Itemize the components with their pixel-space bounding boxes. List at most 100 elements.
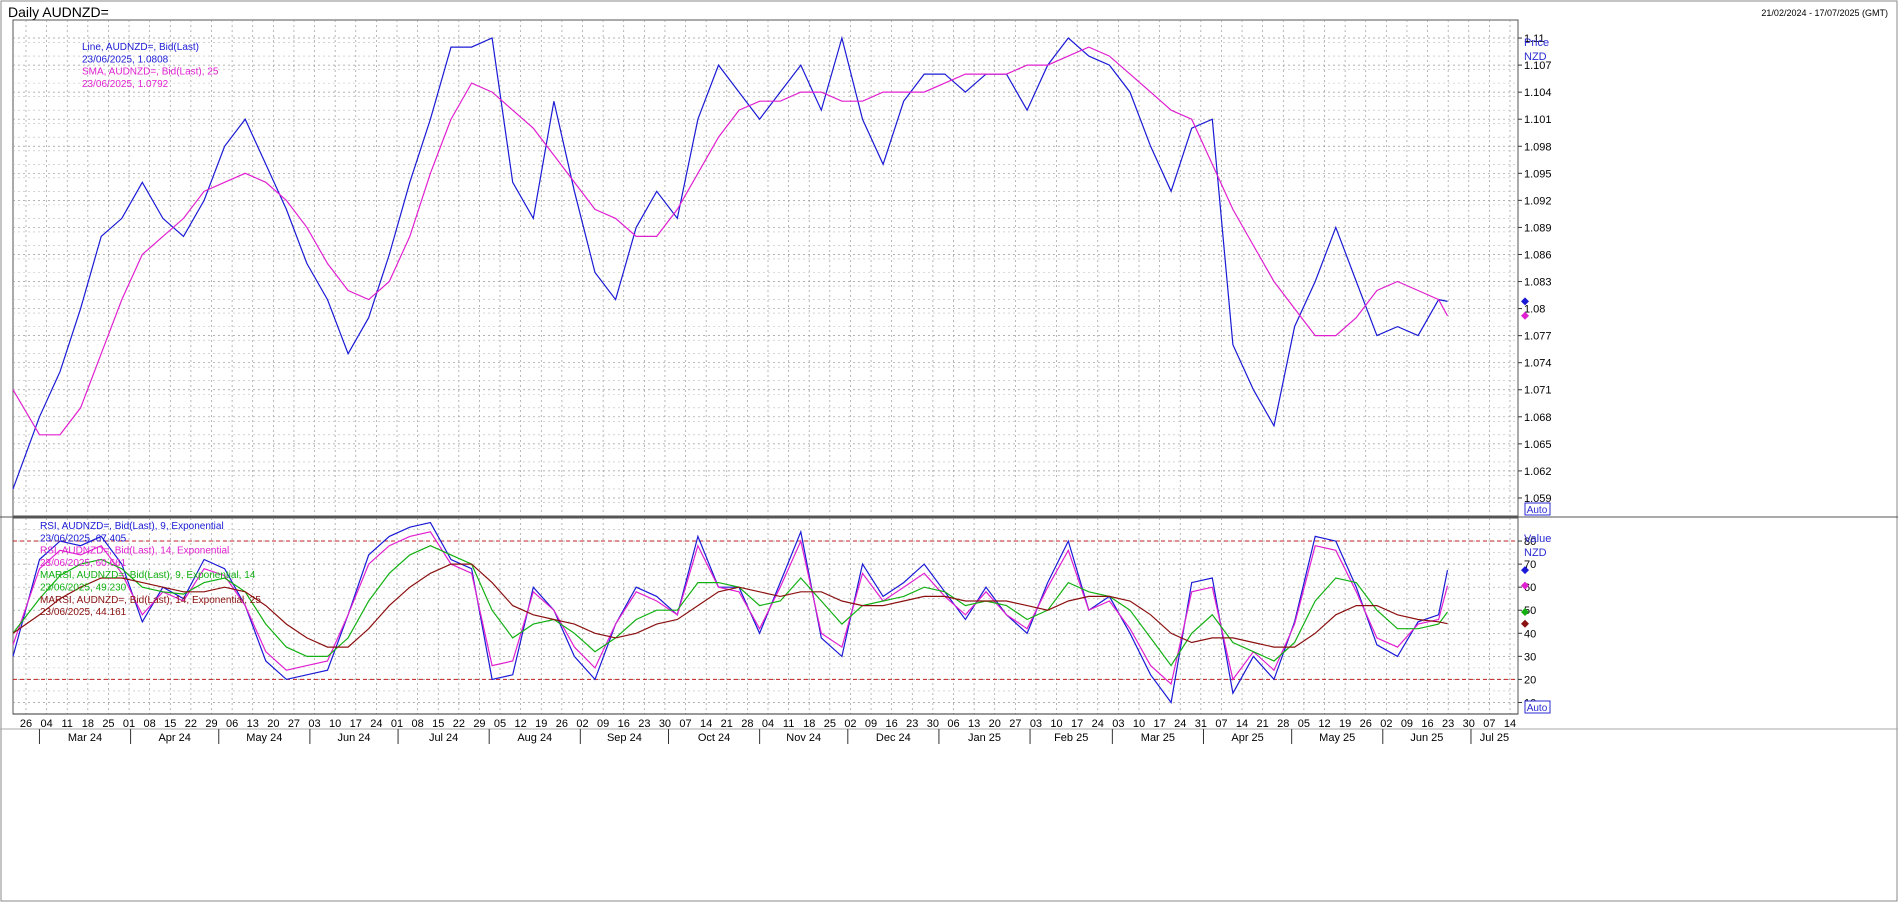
y-tick-label: 1.074 — [1524, 358, 1552, 370]
month-label: May 25 — [1319, 732, 1355, 744]
x-tick-label: 26 — [556, 718, 568, 730]
y-tick-label: 1.077 — [1524, 331, 1552, 343]
x-tick-label: 21 — [1257, 718, 1269, 730]
price-plot-frame — [12, 19, 1519, 517]
month-label: Aug 24 — [517, 732, 552, 744]
y-tick-label: 1.098 — [1524, 141, 1552, 153]
x-tick-label: 24 — [1092, 718, 1104, 730]
x-tick-label: 23 — [906, 718, 918, 730]
rsi-last-value-marker — [1521, 619, 1529, 628]
y-tick-label: 30 — [1524, 651, 1536, 663]
x-tick-label: 23 — [1442, 718, 1454, 730]
month-label: Feb 25 — [1054, 732, 1088, 744]
y-tick-label: 1.089 — [1524, 222, 1552, 234]
y-tick-label: 1.095 — [1524, 168, 1552, 180]
x-tick-label: 29 — [205, 718, 217, 730]
x-tick-label: 17 — [350, 718, 362, 730]
x-tick-label: 13 — [968, 718, 980, 730]
month-label: Jun 24 — [337, 732, 370, 744]
x-tick-label: 18 — [803, 718, 815, 730]
rsi-legend-text: RSI, AUDNZD=, Bid(Last), 14, Exponential — [40, 546, 229, 557]
price-legend-text: 23/06/2025, 1.0792 — [82, 79, 169, 90]
x-tick-label: 25 — [824, 718, 836, 730]
price-legend-text: 23/06/2025, 1.0808 — [82, 54, 169, 65]
month-label: Apr 25 — [1231, 732, 1263, 744]
price-series-line-1 — [12, 46, 1449, 436]
x-tick-label: 15 — [432, 718, 444, 730]
month-label: Oct 24 — [698, 732, 730, 744]
x-tick-label: 02 — [844, 718, 856, 730]
rsi-axis-title: Value — [1524, 533, 1551, 545]
x-tick-label: 04 — [40, 718, 52, 730]
x-tick-label: 10 — [1050, 718, 1062, 730]
x-tick-label: 28 — [1277, 718, 1289, 730]
y-tick-label: 1.104 — [1524, 87, 1552, 99]
y-tick-label: 1.062 — [1524, 466, 1552, 478]
chart-canvas[interactable]: 26 04 11 18 25 01 08 15 22 29 06 13 20 27 03 10 17 24 01 08… — [0, 0, 1898, 902]
x-tick-label: 09 — [597, 718, 609, 730]
y-tick-label: 1.101 — [1524, 114, 1552, 126]
x-tick-label: 14 — [700, 718, 712, 730]
x-tick-label: 16 — [618, 718, 630, 730]
x-tick-label: 05 — [1298, 718, 1310, 730]
month-label: Sep 24 — [607, 732, 642, 744]
x-tick-label: 16 — [1421, 718, 1433, 730]
price-legend-text: SMA, AUDNZD=, Bid(Last), 25 — [82, 67, 219, 78]
x-tick-label: 07 — [679, 718, 691, 730]
x-tick-label: 12 — [515, 718, 527, 730]
month-label: Mar 24 — [68, 732, 102, 744]
y-tick-label: 1.071 — [1524, 385, 1552, 397]
rsi-legend-text: 23/06/2025, 49.230 — [40, 583, 127, 594]
x-tick-label: 17 — [1153, 718, 1165, 730]
x-tick-label: 13 — [247, 718, 259, 730]
x-tick-label: 09 — [1401, 718, 1413, 730]
x-tick-label: 06 — [226, 718, 238, 730]
x-tick-label: 26 — [20, 718, 32, 730]
x-tick-label: 01 — [391, 718, 403, 730]
x-tick-label: 20 — [267, 718, 279, 730]
x-tick-label: 10 — [329, 718, 341, 730]
x-tick-label: 27 — [1009, 718, 1021, 730]
rsi-legend-text: RSI, AUDNZD=, Bid(Last), 9, Exponential — [40, 521, 224, 532]
price-axis-unit: NZD — [1524, 51, 1547, 63]
window-frame — [0, 0, 1898, 902]
x-tick-label: 08 — [411, 718, 423, 730]
auto-button-price-label: Auto — [1527, 505, 1548, 516]
y-tick-label: 1.068 — [1524, 412, 1552, 424]
x-tick-label: 22 — [185, 718, 197, 730]
rsi-legend-text: 23/06/2025, 67.405 — [40, 533, 127, 544]
price-axis-title: Price — [1524, 37, 1549, 49]
x-tick-label: 03 — [1030, 718, 1042, 730]
x-tick-label: 29 — [473, 718, 485, 730]
x-tick-label: 06 — [947, 718, 959, 730]
month-label: Dec 24 — [876, 732, 911, 744]
y-tick-label: 1.086 — [1524, 249, 1552, 261]
auto-button-rsi-label: Auto — [1527, 703, 1548, 714]
y-tick-label: 1.08 — [1524, 304, 1545, 316]
x-tick-label: 09 — [865, 718, 877, 730]
x-tick-label: 26 — [1360, 718, 1372, 730]
x-tick-label: 16 — [886, 718, 898, 730]
x-tick-label: 01 — [123, 718, 135, 730]
x-tick-label: 07 — [1215, 718, 1227, 730]
x-tick-label: 18 — [82, 718, 94, 730]
x-tick-label: 04 — [762, 718, 774, 730]
x-tick-label: 10 — [1133, 718, 1145, 730]
y-tick-label: 1.083 — [1524, 277, 1552, 289]
x-tick-label: 14 — [1236, 718, 1248, 730]
x-tick-label: 02 — [1380, 718, 1392, 730]
x-tick-label: 22 — [453, 718, 465, 730]
y-tick-label: 1.065 — [1524, 439, 1552, 451]
month-label: Jul 25 — [1480, 732, 1509, 744]
x-tick-label: 30 — [1463, 718, 1475, 730]
x-tick-label: 05 — [494, 718, 506, 730]
x-tick-label: 03 — [308, 718, 320, 730]
rsi-legend-text: 23/06/2025, 60.661 — [40, 558, 127, 569]
rsi-legend-text: MARSI, AUDNZD=, Bid(Last), 14, Exponenti… — [40, 595, 261, 606]
chart-window: { "window": { "title": "Daily AUDNZD=", … — [0, 0, 1898, 902]
x-tick-label: 23 — [638, 718, 650, 730]
x-tick-label: 30 — [659, 718, 671, 730]
x-tick-label: 11 — [783, 718, 794, 730]
x-tick-label: 24 — [370, 718, 382, 730]
month-label: Jan 25 — [968, 732, 1001, 744]
